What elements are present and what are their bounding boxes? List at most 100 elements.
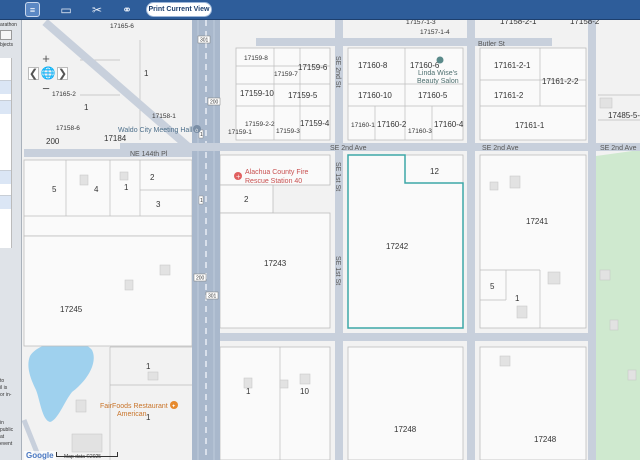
- zoom-in-button[interactable]: +: [39, 51, 53, 66]
- parcel-label: 17158-6: [56, 125, 80, 132]
- svg-text:✦: ✦: [172, 404, 176, 410]
- panel-objects-label: bjects: [0, 42, 14, 48]
- panel-text: in: [0, 420, 4, 426]
- left-panel: arathon bjects to il is or in- in public…: [0, 20, 22, 460]
- parcel-label: 17184: [104, 134, 127, 143]
- pan-left-icon[interactable]: ❮: [28, 66, 39, 80]
- parcel-label: 1: [144, 69, 149, 78]
- svg-text:⌂: ⌂: [195, 128, 198, 134]
- panel-heading: arathon: [0, 22, 17, 28]
- parcel-label: 17159-6: [298, 63, 328, 72]
- parcel-label: 17157-1-4: [420, 29, 450, 36]
- parcel-label: 1: [124, 183, 129, 192]
- parcel-label: 17485-5-: [608, 111, 640, 120]
- attribution-text: Map data ©2025: [64, 454, 102, 460]
- svg-text:American: American: [117, 411, 147, 418]
- parcel-label: 17159-1: [228, 129, 252, 136]
- parcel-label: 1: [146, 362, 151, 371]
- parcel-label: 17158-2-1: [500, 20, 537, 26]
- parcel-label: 17159-2-2: [245, 121, 275, 128]
- parcel-label: 17159-4: [300, 119, 330, 128]
- parcel-label: 10: [300, 387, 309, 396]
- panel-text: public: [0, 427, 14, 433]
- parcel-label: 2: [244, 195, 249, 204]
- panel-text: event: [0, 441, 13, 447]
- salon-pin-icon: [436, 56, 444, 64]
- panel-text: il is: [0, 385, 8, 391]
- eraser-icon: ✂: [91, 2, 103, 17]
- panel-text: at: [0, 434, 5, 440]
- parcel-label: 17159-10: [240, 89, 274, 98]
- parcel-label: 17241: [526, 217, 549, 226]
- globe-icon[interactable]: 🌐: [41, 66, 56, 80]
- parcel-label: 17242: [386, 242, 409, 251]
- parcel-label: 1: [146, 413, 151, 422]
- menu-button[interactable]: ≡: [25, 2, 40, 17]
- parcel-label: 3: [156, 200, 161, 209]
- pan-right-icon[interactable]: ❯: [56, 66, 68, 80]
- road-label-se-2nd-ave-a: SE 2nd Ave: [330, 145, 367, 152]
- parcel-label: 17160-10: [358, 91, 392, 100]
- pan-control[interactable]: ❮ 🌐 ❯: [28, 65, 68, 81]
- svg-text:200: 200: [210, 100, 219, 106]
- road-label-se-1st-st-b: SE 1st St: [334, 256, 341, 285]
- parcel-label: 17161-2-1: [494, 61, 531, 70]
- map-svg: SE 2nd Ave SE 2nd Ave SE 2nd Ave NE 144t…: [22, 20, 640, 460]
- parcel-label: 17157-1-3: [406, 20, 436, 26]
- parcel-label: 4: [94, 185, 99, 194]
- google-logo: Google: [24, 451, 56, 460]
- parcel-label: 17248: [394, 425, 417, 434]
- road-label-se-2nd-ave-c: SE 2nd Ave: [600, 145, 637, 152]
- list-item[interactable]: [0, 100, 11, 114]
- panel-text: to: [0, 378, 5, 384]
- panel-text: or in-: [0, 392, 12, 398]
- parcel-label: 1: [515, 294, 520, 303]
- svg-text:Waldo City Meeting Hall: Waldo City Meeting Hall: [118, 127, 193, 134]
- eraser-button[interactable]: ✂: [90, 2, 104, 17]
- parcel-label: 17161-1: [515, 121, 545, 130]
- list-item[interactable]: [0, 170, 11, 184]
- parcel-label: 17159-3: [276, 128, 300, 135]
- svg-text:1: 1: [200, 132, 203, 138]
- svg-text:200: 200: [196, 276, 205, 282]
- parcel-label: 17161-2-2: [542, 77, 579, 86]
- print-current-view-button[interactable]: Print Current View: [146, 2, 212, 17]
- parcel-label: 17160-5: [418, 91, 448, 100]
- parcel-label: 17160-1: [351, 122, 375, 129]
- toolbar: ≡ ▭ ✂ ⚭ Print Current View: [0, 0, 640, 20]
- parcel-label: 5: [490, 282, 495, 291]
- layers-icon[interactable]: [0, 30, 12, 40]
- zoom-out-button[interactable]: −: [39, 81, 53, 96]
- link-icon: ⚭: [121, 2, 133, 17]
- parcel-label: 17158-1: [152, 113, 176, 120]
- parcel-label: 5: [52, 185, 57, 194]
- svg-text:1: 1: [200, 198, 203, 204]
- parcel-label: 17159-8: [244, 55, 268, 62]
- parcel-label: 17160-3: [408, 128, 432, 135]
- parcel-label: 17159-5: [288, 91, 318, 100]
- parcel-label: 17158-2: [570, 20, 600, 26]
- svg-text:Rescue Station 40: Rescue Station 40: [245, 178, 302, 185]
- svg-text:Beauty Salon: Beauty Salon: [417, 78, 459, 85]
- parcel-label: 17245: [60, 305, 83, 314]
- road-label-butler-st: Butler St: [478, 41, 505, 48]
- parcel-label: 17159-7: [274, 71, 298, 78]
- list-item[interactable]: [0, 80, 11, 94]
- poi-meeting-hall[interactable]: Waldo City Meeting Hall ⌂: [118, 125, 201, 134]
- list-item[interactable]: [0, 195, 11, 209]
- parcel-label: 17160-8: [358, 61, 388, 70]
- parcel-label: 17243: [264, 259, 287, 268]
- svg-text:301: 301: [208, 294, 217, 300]
- park-area: [596, 150, 640, 460]
- parcel-label: 17161-2: [494, 91, 524, 100]
- menu-icon: ≡: [29, 4, 36, 15]
- svg-text:Alachua County Fire: Alachua County Fire: [245, 169, 309, 176]
- comment-button[interactable]: ▭: [59, 2, 73, 17]
- parcel-label: 1: [84, 103, 89, 112]
- map-canvas[interactable]: SE 2nd Ave SE 2nd Ave SE 2nd Ave NE 144t…: [22, 20, 640, 460]
- parcel-label: 200: [46, 137, 60, 146]
- link-button[interactable]: ⚭: [120, 2, 134, 17]
- road-label-se-1st-st-a: SE 1st St: [334, 162, 341, 191]
- parcel-label: 17165-6: [110, 23, 134, 30]
- parcel-label: 17160-2: [377, 120, 407, 129]
